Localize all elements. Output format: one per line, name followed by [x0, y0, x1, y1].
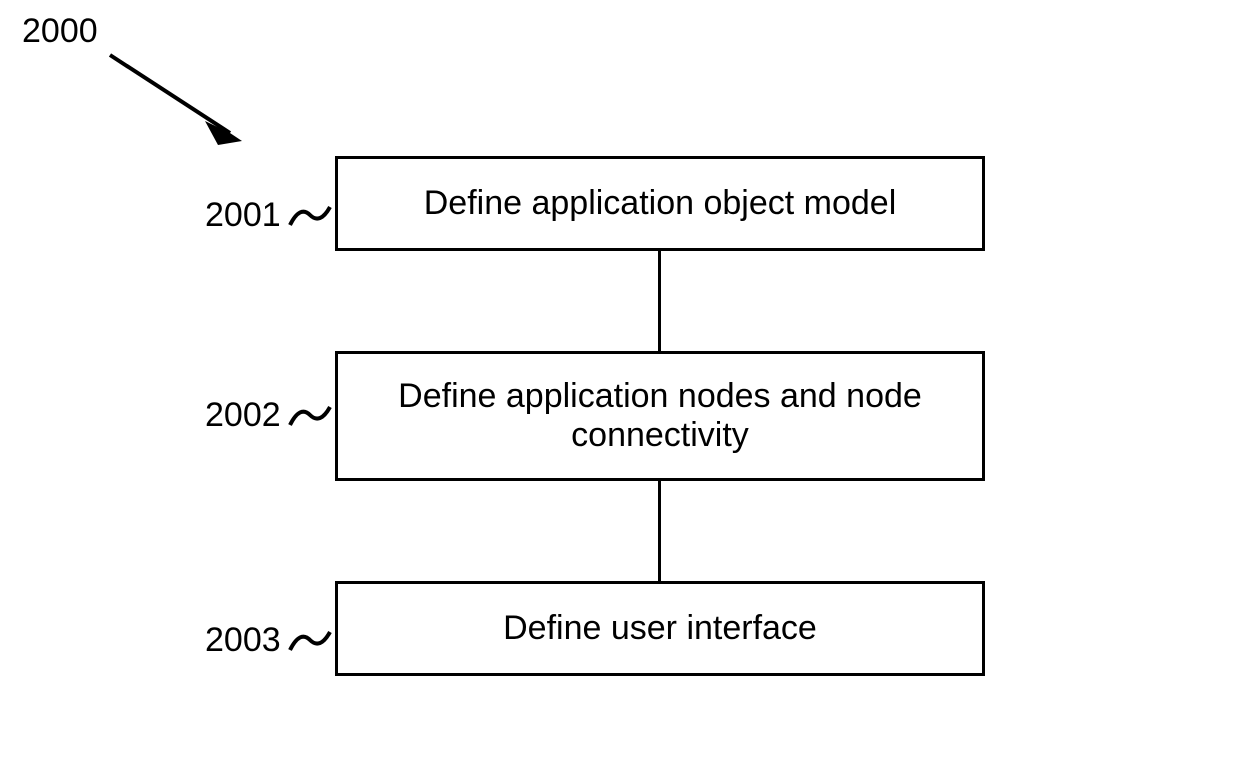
tilde-icon — [285, 395, 335, 435]
step-2-box: Define application nodes and node connec… — [335, 351, 985, 481]
step-1-box: Define application object model — [335, 156, 985, 251]
tilde-icon — [285, 195, 335, 235]
step-1-text: Define application object model — [424, 184, 897, 223]
connector-2-3 — [658, 481, 661, 581]
arrow-icon — [80, 45, 280, 165]
step-3-text: Define user interface — [503, 609, 817, 648]
connector-1-2 — [658, 251, 661, 351]
tilde-icon — [285, 620, 335, 660]
step-2-ref: 2002 — [205, 396, 281, 435]
step-3-box: Define user interface — [335, 581, 985, 676]
step-1-ref: 2001 — [205, 196, 281, 235]
step-2-text: Define application nodes and node connec… — [358, 377, 962, 455]
step-3-ref: 2003 — [205, 621, 281, 660]
